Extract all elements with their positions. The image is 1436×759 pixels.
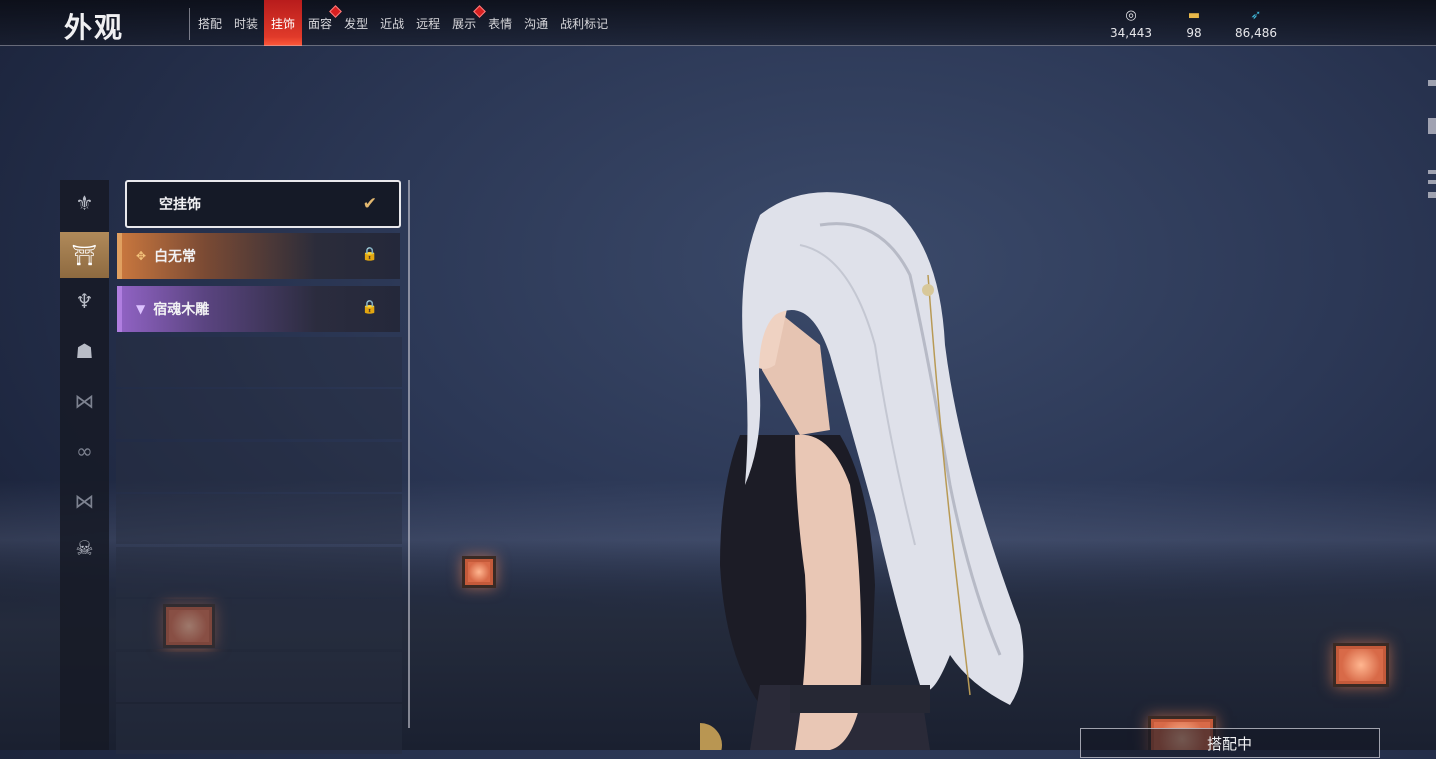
empty-slot <box>116 337 402 387</box>
currency-value: 86,486 <box>1235 26 1277 40</box>
bow-icon: ⋈ <box>74 389 95 413</box>
tab-label: 发型 <box>344 17 369 31</box>
category-bow[interactable]: ⋈ <box>60 378 109 424</box>
item-name: 空挂饰 <box>159 197 201 213</box>
demon-mask-icon: ☠ <box>75 536 94 560</box>
category-cape[interactable]: ☗ <box>60 328 109 374</box>
currency-boxes: ▬ 98 <box>1159 8 1229 40</box>
tab-label: 面容 <box>308 17 333 31</box>
currency-feathers: ➶ 86,486 <box>1221 8 1291 40</box>
tab-outfit-set[interactable]: 搭配 <box>192 0 228 46</box>
coin-swirl-icon: ◎ <box>1125 8 1137 23</box>
tab-ranged[interactable]: 远程 <box>410 0 446 46</box>
empty-slot <box>116 389 402 439</box>
empty-slot <box>116 442 402 492</box>
tab-emote[interactable]: 表情 <box>482 0 518 46</box>
tab-label: 时装 <box>234 17 259 31</box>
category-ribbon[interactable]: ⋈ <box>60 478 109 524</box>
character-model <box>700 192 1024 750</box>
item-name: 白无常 <box>154 249 197 265</box>
category-rail: ⚜ ⛩ ♆ ☗ ⋈ ∞ ⋈ ☠ <box>60 180 109 750</box>
empty-slot <box>116 547 402 597</box>
tab-showcase[interactable]: 展示 <box>446 0 486 46</box>
tab-label: 近战 <box>380 17 405 31</box>
cape-icon: ☗ <box>75 339 94 363</box>
top-bar: 外观 搭配 时装 挂饰 面容 发型 近战 远程 展示 表情 沟通 战利标记 ◎ … <box>0 0 1436 46</box>
equipped-status-button[interactable]: 搭配中 <box>1080 728 1380 758</box>
currency-value: 34,443 <box>1110 26 1152 40</box>
checkmark-icon: ✔ <box>362 194 377 214</box>
list-item-soul-carving[interactable]: ▼ 宿魂木雕 🔒 <box>117 286 400 332</box>
hat-lantern-icon: ⛩ <box>71 243 98 267</box>
category-helmet[interactable]: ⚜ <box>60 180 109 226</box>
edge-indicator <box>1428 80 1436 86</box>
hairpin-icon: ♆ <box>75 289 94 313</box>
category-hat[interactable]: ⛩ <box>60 232 109 278</box>
empty-slot <box>116 599 402 649</box>
tab-label: 搭配 <box>198 17 223 31</box>
tab-melee[interactable]: 近战 <box>374 0 410 46</box>
lock-icon: 🔒 <box>361 300 378 315</box>
tab-bar: 搭配 时装 挂饰 面容 发型 近战 远程 展示 表情 沟通 战利标记 <box>192 0 614 46</box>
item-name: 宿魂木雕 <box>153 302 210 318</box>
edge-indicator <box>1428 192 1436 198</box>
empty-slot <box>116 704 402 754</box>
category-demon-mask[interactable]: ☠ <box>60 525 109 571</box>
feather-icon: ➶ <box>1250 8 1262 23</box>
tab-label: 展示 <box>452 17 477 31</box>
title-divider <box>189 8 190 40</box>
empty-slot <box>116 652 402 702</box>
tab-label: 沟通 <box>524 17 549 31</box>
lock-icon: 🔒 <box>361 247 378 262</box>
edge-indicator <box>1428 118 1436 134</box>
equip-button-label: 搭配中 <box>1207 735 1253 753</box>
treasure-box-icon: ▬ <box>1187 8 1201 23</box>
list-item-empty-accessory[interactable]: 空挂饰 ✔ <box>125 180 401 228</box>
category-hairpin[interactable]: ♆ <box>60 278 109 324</box>
tab-label: 挂饰 <box>271 17 296 31</box>
tab-costume[interactable]: 时装 <box>228 0 264 46</box>
category-mask-band[interactable]: ∞ <box>60 428 109 474</box>
edge-indicator <box>1428 180 1436 184</box>
tab-hairstyle[interactable]: 发型 <box>338 0 374 46</box>
tab-communication[interactable]: 沟通 <box>518 0 554 46</box>
tab-label: 远程 <box>416 17 441 31</box>
mask-band-icon: ∞ <box>76 439 93 463</box>
floating-lantern <box>1333 643 1389 687</box>
list-item-bai-wuchang[interactable]: ✥ 白无常 🔒 <box>117 233 400 279</box>
header-divider <box>0 45 1436 46</box>
tab-loot-marker[interactable]: 战利标记 <box>554 0 614 46</box>
tab-face[interactable]: 面容 <box>302 0 342 46</box>
edge-indicator <box>1428 170 1436 174</box>
helmet-icon: ⚜ <box>75 191 94 215</box>
list-scrollbar[interactable] <box>408 180 410 728</box>
quality-triangle-icon: ▼ <box>136 302 146 316</box>
floating-lantern <box>462 556 496 588</box>
tab-label: 表情 <box>488 17 513 31</box>
quality-flower-icon: ✥ <box>136 249 147 263</box>
ribbon-icon: ⋈ <box>74 489 95 513</box>
tab-accessory[interactable]: 挂饰 <box>264 0 303 46</box>
currency-value: 98 <box>1186 26 1202 40</box>
empty-slot <box>116 494 402 544</box>
page-title: 外观 <box>64 11 125 44</box>
tab-label: 战利标记 <box>560 17 609 31</box>
currency-coins: ◎ 34,443 <box>1096 8 1166 40</box>
